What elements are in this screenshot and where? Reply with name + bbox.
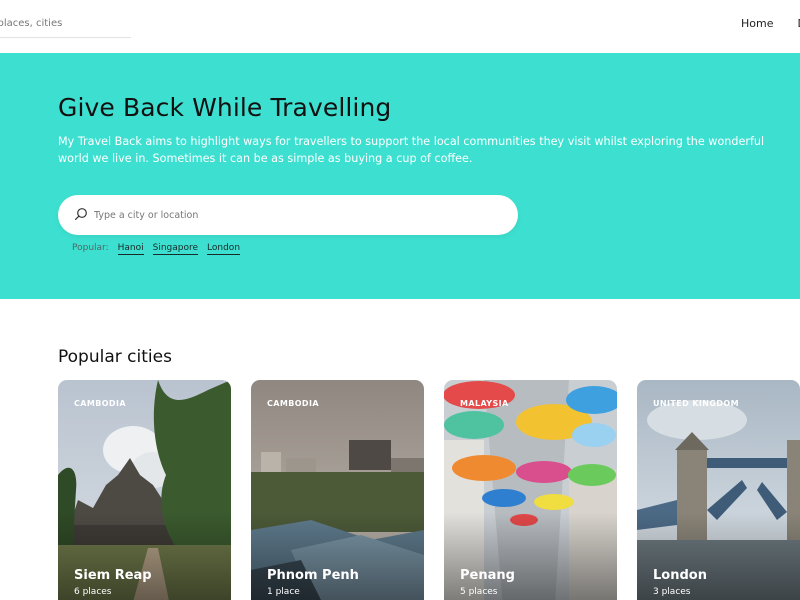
popular-label: Popular: <box>72 243 109 253</box>
header-search[interactable] <box>0 10 131 38</box>
header-search-input[interactable] <box>0 10 131 37</box>
main-nav: Home D <box>741 17 800 30</box>
hero-title: Give Back While Travelling <box>58 93 392 122</box>
city-card-siem-reap[interactable]: CAMBODIA Siem Reap 6 places <box>58 380 231 600</box>
card-country: MALAYSIA <box>460 399 509 408</box>
hero-description: My Travel Back aims to highlight ways fo… <box>58 135 765 165</box>
card-city: Penang <box>460 568 515 583</box>
card-country: CAMBODIA <box>267 399 319 408</box>
city-card-phnom-penh[interactable]: CAMBODIA Phnom Penh 1 place <box>251 380 424 600</box>
search-icon <box>75 208 87 220</box>
card-place-count: 5 places <box>460 587 498 597</box>
city-card-penang[interactable]: MALAYSIA Penang 5 places <box>444 380 617 600</box>
nav-home[interactable]: Home <box>741 17 773 30</box>
popular-link-london[interactable]: London <box>207 243 241 255</box>
city-photo-siem-reap <box>58 380 231 600</box>
city-photo-london <box>637 380 800 600</box>
hero-search-box[interactable] <box>58 195 518 235</box>
popular-link-singapore[interactable]: Singapore <box>152 243 199 255</box>
top-bar: Home D <box>0 0 800 53</box>
hero-section: Give Back While Travelling My Travel Bac… <box>0 53 800 299</box>
card-place-count: 6 places <box>74 587 112 597</box>
section-title-popular-cities: Popular cities <box>58 347 172 367</box>
card-place-count: 3 places <box>653 587 691 597</box>
card-country: CAMBODIA <box>74 399 126 408</box>
popular-searches: Popular: Hanoi Singapore London <box>72 243 241 255</box>
card-place-count: 1 place <box>267 587 300 597</box>
city-photo-penang <box>444 380 617 600</box>
card-city: Phnom Penh <box>267 568 359 583</box>
card-city: London <box>653 568 707 583</box>
popular-link-hanoi[interactable]: Hanoi <box>117 243 144 255</box>
card-city: Siem Reap <box>74 568 152 583</box>
card-country: UNITED KINGDOM <box>653 399 739 408</box>
city-photo-phnom-penh <box>251 380 424 600</box>
hero-search-input[interactable] <box>94 195 494 235</box>
city-card-london[interactable]: UNITED KINGDOM London 3 places <box>637 380 800 600</box>
